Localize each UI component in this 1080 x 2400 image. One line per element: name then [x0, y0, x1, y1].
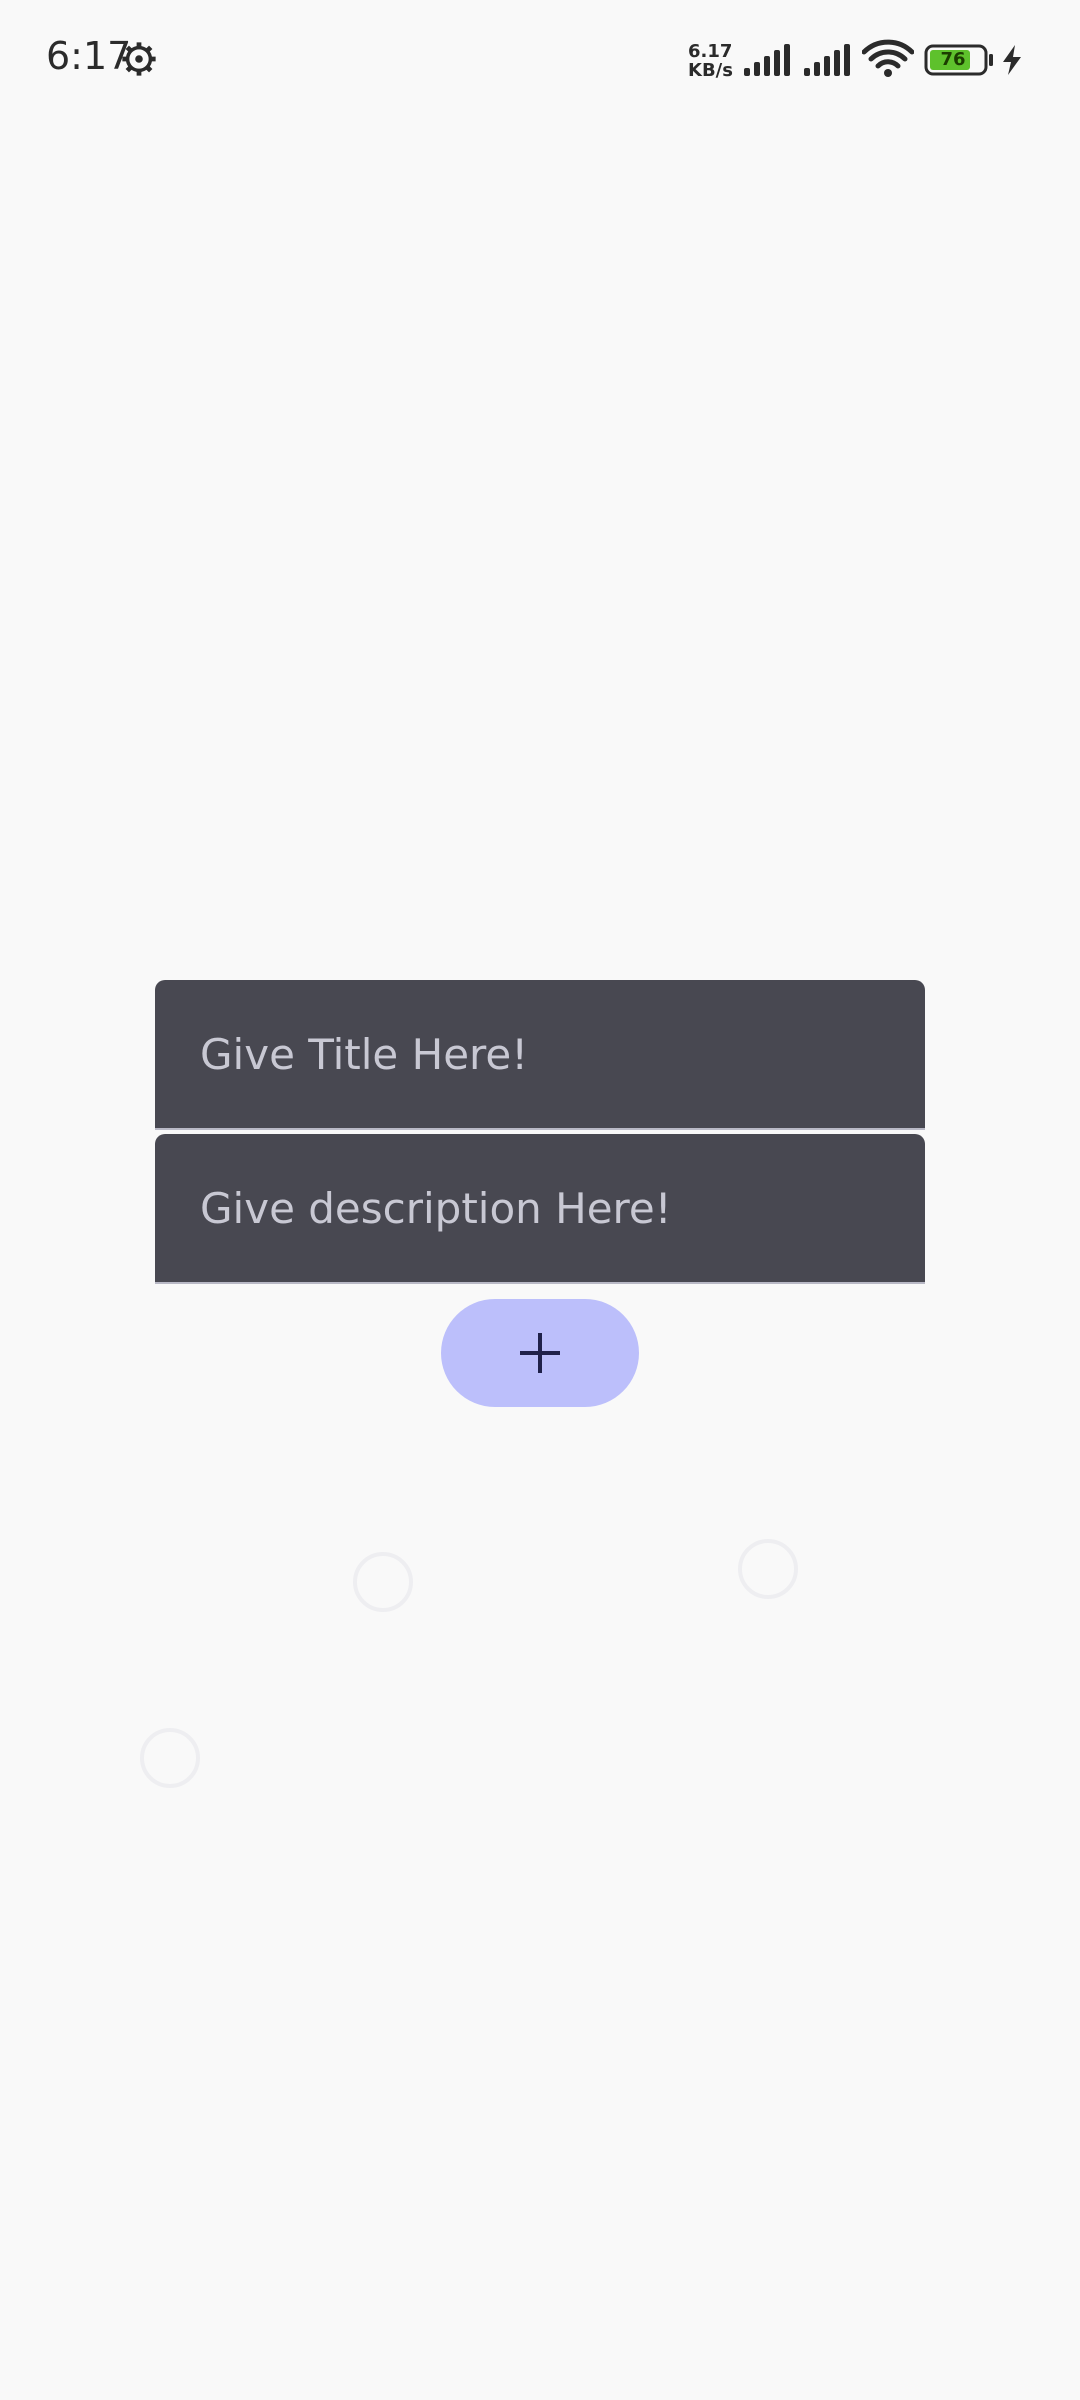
plus-icon	[520, 1333, 560, 1373]
signal-icon	[744, 44, 790, 76]
description-field[interactable]	[155, 1134, 925, 1284]
status-time: 6:17	[46, 34, 132, 78]
app-screen: 6:17 6.17 KB/s 76 Give Title Here! Give …	[0, 0, 1080, 2400]
charging-bolt-icon	[1003, 45, 1021, 75]
decorative-circle	[738, 1539, 798, 1599]
decorative-circle	[140, 1728, 200, 1788]
status-bar: 6:17 6.17 KB/s 76	[0, 0, 1080, 120]
wifi-icon	[862, 39, 914, 77]
signal-icon	[804, 44, 850, 76]
network-speed: 6.17 KB/s	[688, 42, 738, 80]
gear-icon	[122, 42, 156, 76]
title-field[interactable]	[155, 980, 925, 1130]
title-input[interactable]	[200, 980, 900, 1128]
network-speed-value: 6.17	[688, 41, 733, 62]
add-button[interactable]	[441, 1299, 639, 1407]
network-speed-unit: KB/s	[688, 60, 733, 81]
description-input[interactable]	[200, 1134, 900, 1282]
decorative-circle	[353, 1552, 413, 1612]
battery-level: 76	[940, 49, 966, 70]
